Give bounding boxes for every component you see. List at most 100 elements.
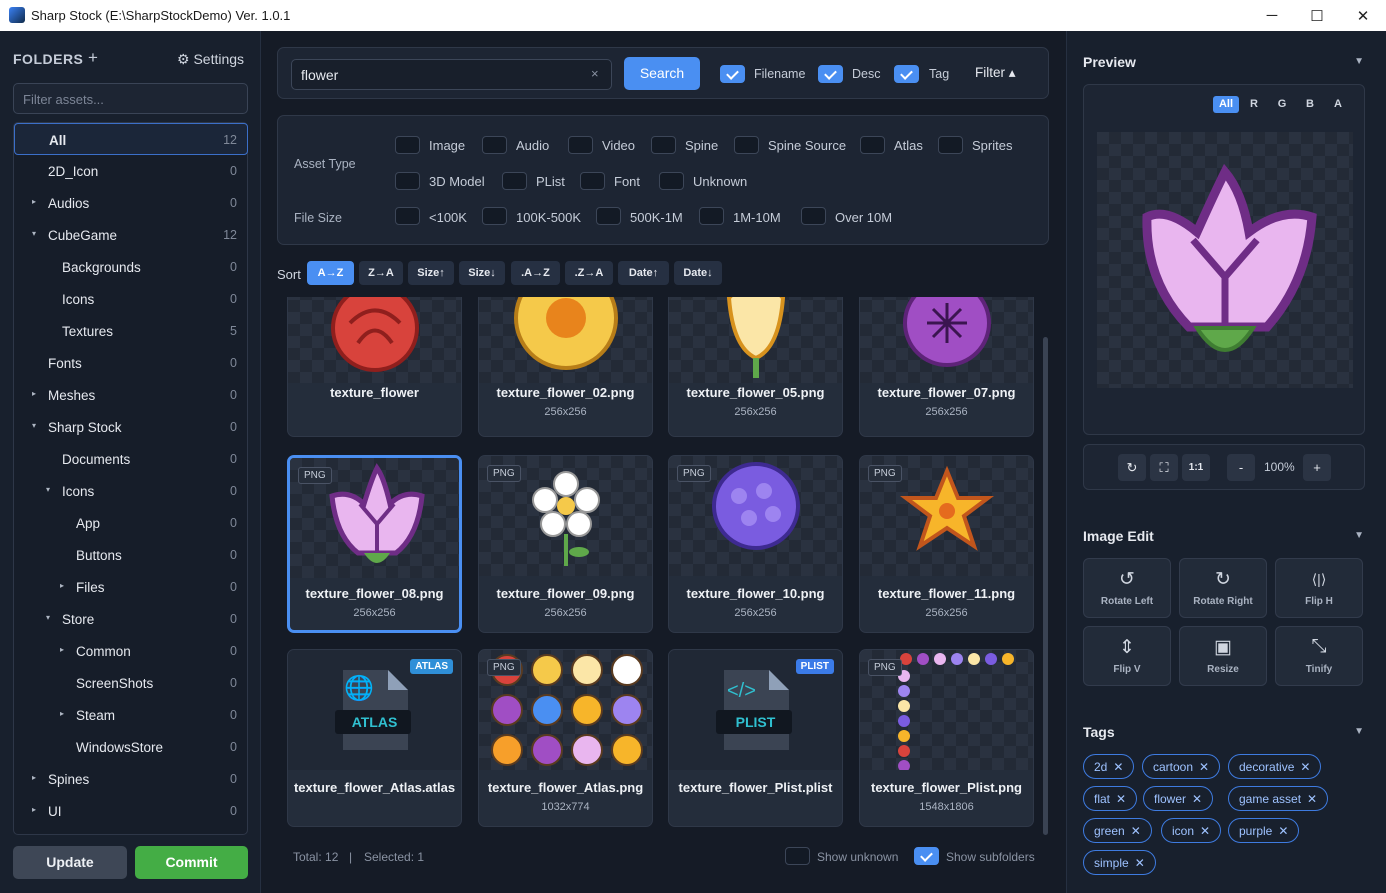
channel-g-button[interactable]: G [1269, 96, 1295, 113]
edit-button[interactable]: ↻ Rotate Right [1179, 558, 1267, 618]
asset-type-checkbox[interactable] [502, 172, 527, 190]
file-size-checkbox[interactable] [482, 207, 507, 225]
folder-item[interactable]: ▾ Store 0 [14, 603, 247, 635]
expand-arrow-icon[interactable]: ▸ [60, 709, 64, 718]
folder-item[interactable]: ▾ Icons 0 [14, 475, 247, 507]
folder-item[interactable]: Buttons 0 [14, 539, 247, 571]
fit-view-icon[interactable]: ⛶ [1150, 454, 1178, 481]
expand-arrow-icon[interactable]: ▸ [60, 645, 64, 654]
channel-a-button[interactable]: A [1325, 96, 1351, 113]
sort-option-button[interactable]: Size↑ [408, 261, 454, 285]
asset-type-checkbox[interactable] [734, 136, 759, 154]
search-input[interactable]: flower [291, 59, 612, 90]
asset-type-checkbox[interactable] [395, 172, 420, 190]
folder-item[interactable]: WindowsStore 0 [14, 731, 247, 763]
folder-item[interactable]: ▸ Spines 0 [14, 763, 247, 795]
asset-type-checkbox[interactable] [568, 136, 593, 154]
sort-option-button[interactable]: Date↓ [674, 261, 722, 285]
asset-type-checkbox[interactable] [938, 136, 963, 154]
show-subfolders-checkbox[interactable] [914, 847, 939, 865]
settings-button[interactable]: ⚙ Settings [177, 51, 244, 68]
folder-item[interactable]: ▸ Audios 0 [14, 187, 247, 219]
asset-card[interactable]: texture_flower_05.png 256x256 [668, 297, 843, 437]
edit-button[interactable]: ↺ Rotate Left [1083, 558, 1171, 618]
folder-item[interactable]: App 0 [14, 507, 247, 539]
asset-card[interactable]: texture_flower_07.png 256x256 [859, 297, 1034, 437]
asset-card[interactable]: PNG texture_flower_10.png 256x256 [668, 455, 843, 633]
file-size-checkbox[interactable] [699, 207, 724, 225]
asset-type-checkbox[interactable] [651, 136, 676, 154]
actual-size-button[interactable]: 1:1 [1182, 454, 1210, 481]
folder-item[interactable]: ▸ Steam 0 [14, 699, 247, 731]
folder-item[interactable]: Backgrounds 0 [14, 251, 247, 283]
asset-card[interactable]: texture_flower_02.png 256x256 [478, 297, 653, 437]
folder-item[interactable]: Fonts 0 [14, 347, 247, 379]
remove-tag-icon[interactable]: ✕ [1113, 760, 1123, 774]
folder-item[interactable]: ScreenShots 0 [14, 667, 247, 699]
folder-item[interactable]: 2D_Icon 0 [14, 155, 247, 187]
folder-item[interactable]: ▸ Common 0 [14, 635, 247, 667]
edit-button[interactable]: ⇕ Flip V [1083, 626, 1171, 686]
sort-option-button[interactable]: .A→Z [511, 261, 560, 285]
reset-view-icon[interactable]: ↻ [1118, 454, 1146, 481]
close-button[interactable]: ✕ [1340, 0, 1386, 31]
edit-button[interactable]: ⟨|⟩ Flip H [1275, 558, 1363, 618]
expand-arrow-icon[interactable]: ▾ [46, 613, 50, 622]
clear-search-icon[interactable]: × [591, 66, 599, 81]
expand-arrow-icon[interactable]: ▸ [32, 197, 36, 206]
tag-checkbox[interactable] [894, 65, 919, 83]
maximize-button[interactable]: ☐ [1294, 0, 1340, 31]
asset-card[interactable]: PLIST </> PLIST texture_flower_Plist.plist [668, 649, 843, 827]
remove-tag-icon[interactable]: ✕ [1192, 792, 1202, 806]
minimize-button[interactable]: ─ [1249, 0, 1295, 31]
tags-collapse-icon[interactable]: ▼ [1354, 726, 1364, 737]
asset-type-checkbox[interactable] [580, 172, 605, 190]
remove-tag-icon[interactable]: ✕ [1116, 792, 1126, 806]
commit-button[interactable]: Commit [135, 846, 248, 879]
grid-scrollbar[interactable] [1043, 337, 1048, 835]
asset-type-checkbox[interactable] [482, 136, 507, 154]
folder-item[interactable]: ▸ UI 0 [14, 795, 247, 827]
show-unknown-checkbox[interactable] [785, 847, 810, 865]
folder-item[interactable]: Textures 5 [14, 315, 247, 347]
asset-card[interactable]: PNG texture_flower_08.png 256x256 [287, 455, 462, 633]
expand-arrow-icon[interactable]: ▸ [60, 581, 64, 590]
update-button[interactable]: Update [13, 846, 127, 879]
file-size-checkbox[interactable] [596, 207, 621, 225]
expand-arrow-icon[interactable]: ▸ [32, 773, 36, 782]
folder-item[interactable]: Icons 0 [14, 283, 247, 315]
search-button[interactable]: Search [624, 57, 700, 90]
expand-arrow-icon[interactable]: ▸ [32, 805, 36, 814]
asset-type-checkbox[interactable] [395, 136, 420, 154]
expand-arrow-icon[interactable]: ▾ [32, 229, 36, 238]
file-size-checkbox[interactable] [395, 207, 420, 225]
asset-card[interactable]: PNG texture_flower_11.png 256x256 [859, 455, 1034, 633]
asset-card[interactable]: texture_flower [287, 297, 462, 437]
folder-item[interactable]: ▾ CubeGame 12 [14, 219, 247, 251]
filter-assets-input[interactable]: Filter assets... [13, 83, 248, 114]
file-size-checkbox[interactable] [801, 207, 826, 225]
filename-checkbox[interactable] [720, 65, 745, 83]
add-folder-button[interactable]: + [88, 48, 98, 68]
sort-option-button[interactable]: Size↓ [459, 261, 505, 285]
asset-type-checkbox[interactable] [860, 136, 885, 154]
folder-item[interactable]: ▸ Meshes 0 [14, 379, 247, 411]
asset-type-checkbox[interactable] [659, 172, 684, 190]
remove-tag-icon[interactable]: ✕ [1300, 760, 1310, 774]
image-edit-collapse-icon[interactable]: ▼ [1354, 530, 1364, 541]
filter-toggle-button[interactable]: Filter ▴ [975, 65, 1016, 81]
expand-arrow-icon[interactable]: ▾ [32, 421, 36, 430]
edit-button[interactable]: ▣ Resize [1179, 626, 1267, 686]
sort-option-button[interactable]: .Z→A [565, 261, 613, 285]
remove-tag-icon[interactable]: ✕ [1199, 760, 1209, 774]
preview-collapse-icon[interactable]: ▼ [1354, 56, 1364, 67]
zoom-out-button[interactable]: - [1227, 454, 1255, 481]
folder-item[interactable]: Documents 0 [14, 443, 247, 475]
expand-arrow-icon[interactable]: ▸ [32, 389, 36, 398]
asset-card[interactable]: ATLAS 🌐 ATLAS texture_flower_Atlas.atlas [287, 649, 462, 827]
asset-card[interactable]: PNG texture_flower_09.png 256x256 [478, 455, 653, 633]
remove-tag-icon[interactable]: ✕ [1278, 824, 1288, 838]
channel-r-button[interactable]: R [1241, 96, 1267, 113]
remove-tag-icon[interactable]: ✕ [1307, 792, 1317, 806]
zoom-in-button[interactable]: + [1303, 454, 1331, 481]
